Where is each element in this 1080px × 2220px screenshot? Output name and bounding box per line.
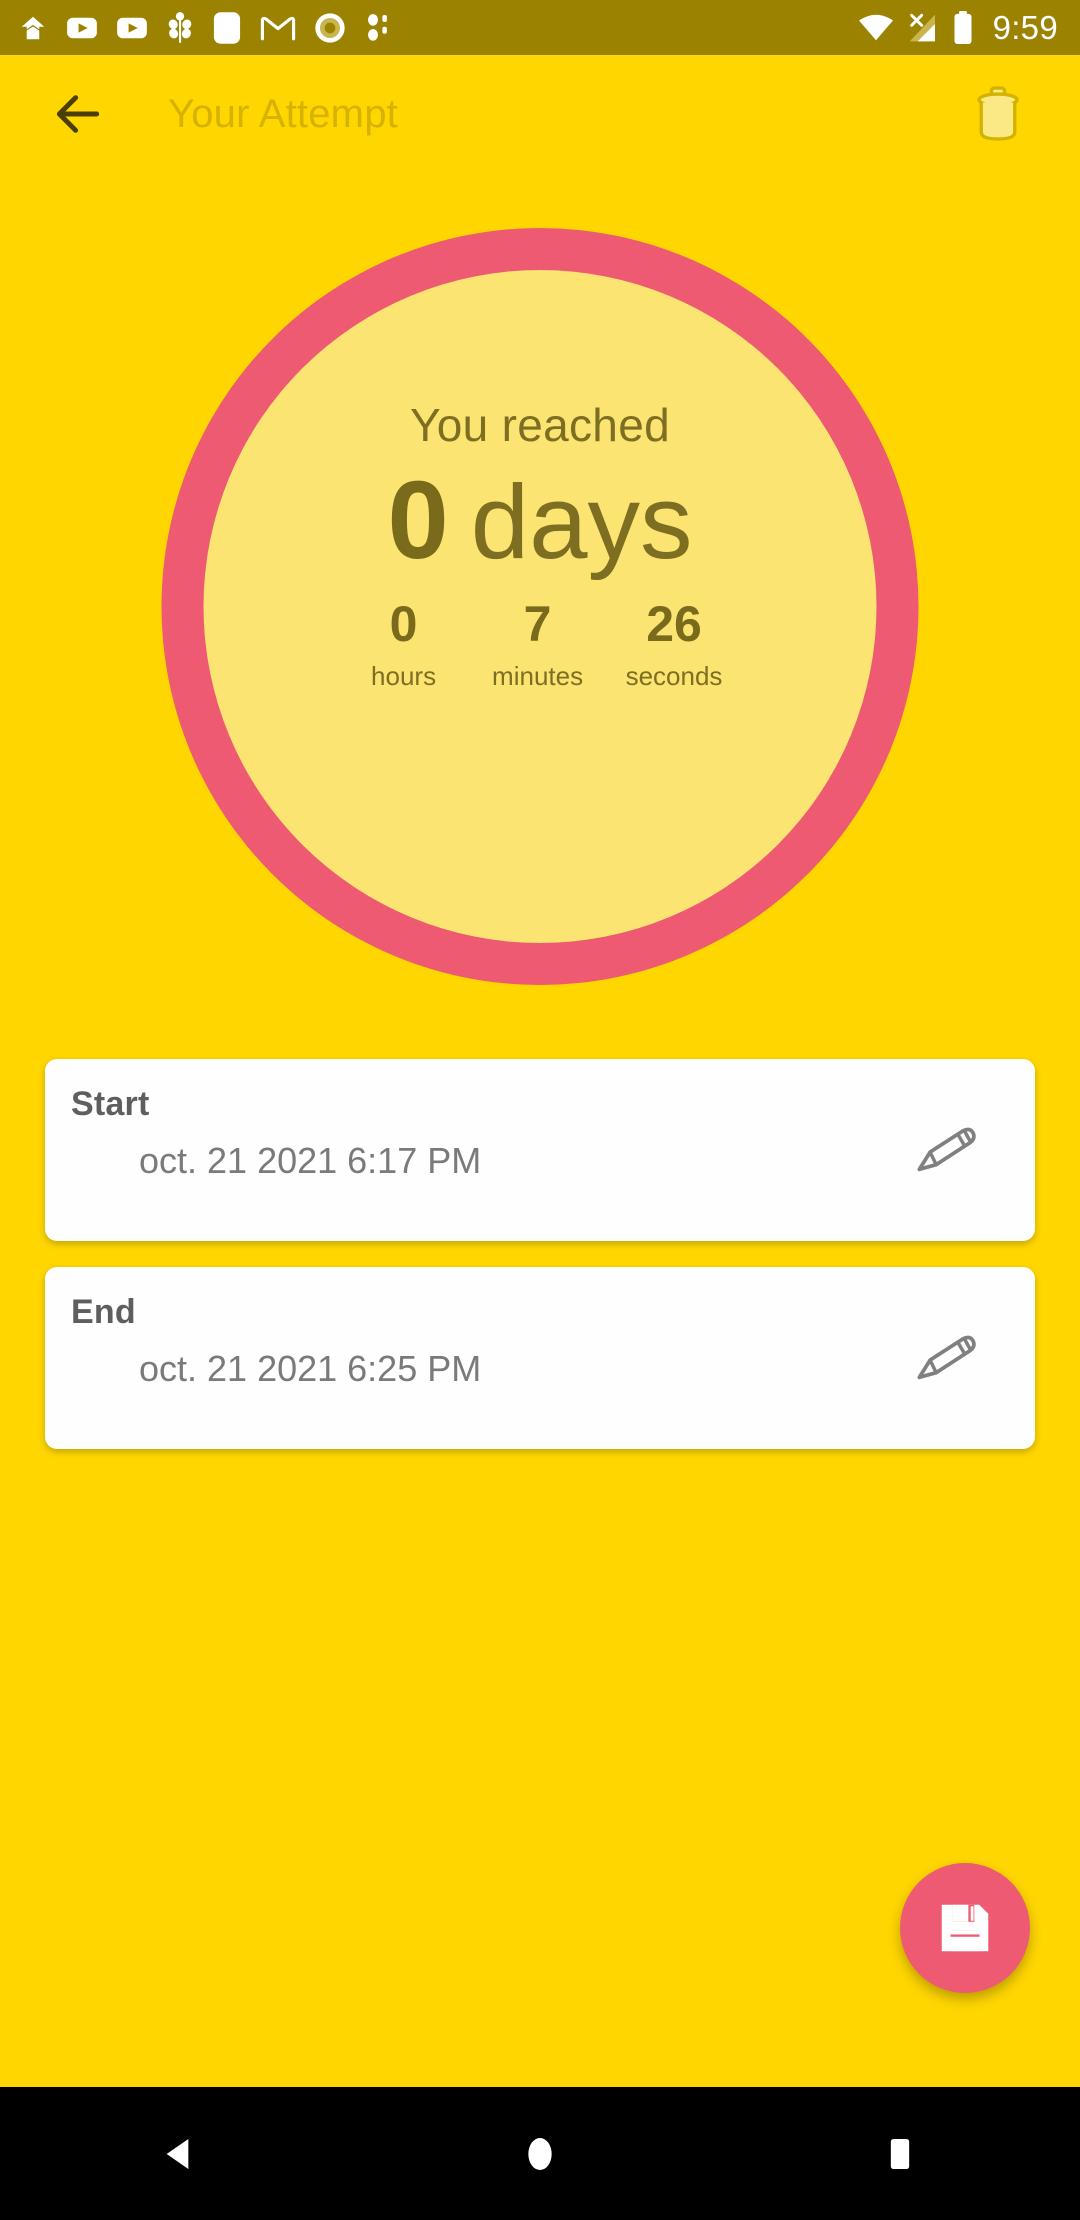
minutes-cell: 7 minutes	[492, 598, 584, 692]
upload-chevron-icon	[21, 16, 45, 39]
seconds-cell: 26 seconds	[626, 598, 723, 692]
start-card-title: Start	[71, 1085, 150, 1123]
record-circle-icon	[315, 12, 345, 43]
save-fab-button[interactable]	[900, 1863, 1030, 1993]
seconds-value: 26	[646, 596, 702, 652]
days-unit-label: days	[470, 464, 693, 581]
hours-label: hours	[371, 660, 437, 691]
end-card-title: End	[71, 1293, 136, 1331]
reached-label: You reached	[410, 399, 670, 451]
status-bar: 9:59	[0, 0, 1080, 55]
recents-square-icon	[890, 2138, 910, 2169]
bluetooth-dots-icon	[368, 13, 387, 41]
youtube-icon	[117, 17, 147, 38]
minutes-label: minutes	[492, 660, 584, 691]
edit-start-button[interactable]	[897, 1102, 993, 1198]
status-bar-notification-icons	[18, 11, 858, 45]
status-bar-system-icons: 9:59	[858, 9, 1058, 47]
android-navigation-bar	[0, 2087, 1080, 2220]
youtube-icon	[67, 17, 97, 38]
battery-full-icon	[954, 10, 972, 44]
back-triangle-icon	[166, 2138, 189, 2169]
hours-cell: 0 hours	[358, 598, 450, 692]
back-arrow-icon	[56, 95, 100, 133]
edit-end-button[interactable]	[897, 1310, 993, 1406]
start-time-card[interactable]: Start oct. 21 2021 6:17 PM	[45, 1059, 1035, 1241]
plant-icon	[168, 11, 192, 43]
app-screen: 9:59 Your Attempt You reached 0 days 0 h…	[0, 0, 1080, 2220]
mobile-signal-off-icon	[909, 13, 935, 41]
seconds-label: seconds	[625, 660, 723, 691]
gmail-icon	[260, 16, 296, 40]
home-circle-icon	[528, 2137, 552, 2170]
start-card-value: oct. 21 2021 6:17 PM	[139, 1140, 482, 1181]
days-value: 0	[387, 459, 449, 582]
wifi-icon	[858, 14, 893, 40]
hms-counter: 0 hours 7 minutes 26 seconds	[358, 598, 723, 692]
page-title: Your Attempt	[168, 91, 398, 136]
progress-circle-content: You reached 0 days 0 hours 7 minutes 26 …	[203, 270, 877, 943]
pencil-icon	[917, 1335, 976, 1380]
pencil-icon	[917, 1127, 976, 1172]
end-time-card[interactable]: End oct. 21 2021 6:25 PM	[45, 1267, 1035, 1449]
save-floppy-icon	[941, 1904, 989, 1952]
nav-home-button[interactable]	[460, 2087, 620, 2220]
delete-button[interactable]	[952, 68, 1044, 160]
nav-back-button[interactable]	[100, 2087, 260, 2220]
attempt-time-cards: Start oct. 21 2021 6:17 PM End oct. 21 2…	[45, 1059, 1035, 1475]
status-bar-clock: 9:59	[992, 8, 1058, 46]
back-button[interactable]	[30, 66, 126, 162]
days-display: 0 days	[388, 466, 693, 576]
rounded-square-app-icon	[213, 11, 241, 44]
hours-value: 0	[389, 596, 418, 652]
end-card-value: oct. 21 2021 6:25 PM	[139, 1348, 482, 1389]
minutes-value: 7	[523, 596, 552, 652]
trash-icon	[977, 86, 1019, 141]
nav-recents-button[interactable]	[820, 2087, 980, 2220]
progress-circle: You reached 0 days 0 hours 7 minutes 26 …	[161, 228, 919, 985]
app-bar: Your Attempt	[0, 55, 1080, 173]
